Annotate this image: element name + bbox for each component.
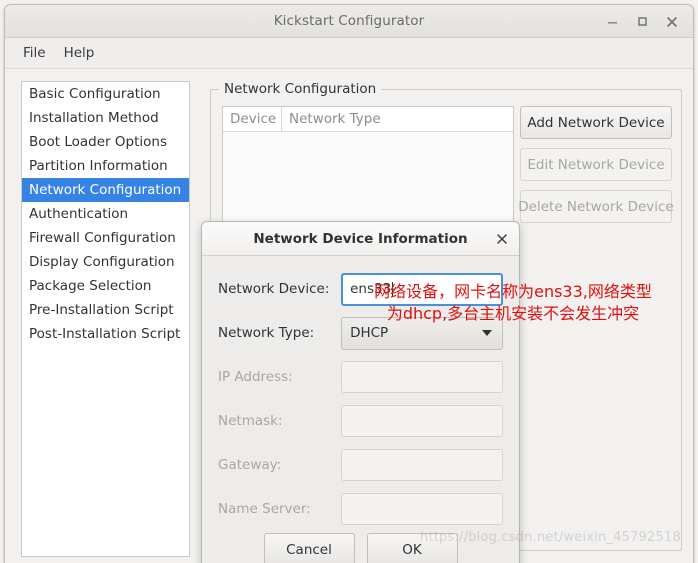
close-icon[interactable] [493,230,511,248]
sidebar-item-basic-configuration[interactable]: Basic Configuration [22,82,189,106]
close-icon[interactable] [657,7,687,37]
application-window: Kickstart Configurator File Help Basic C… [4,4,694,563]
edit-network-device-button: Edit Network Device [520,148,672,181]
field-row-network-device: Network Device: ens33 [218,272,503,306]
sidebar-item-pre-installation-script[interactable]: Pre-Installation Script [22,298,189,322]
network-device-label: Network Device: [218,281,330,297]
field-row-name-server: Name Server: [218,492,503,526]
window-body: Basic Configuration Installation Method … [5,69,693,563]
field-row-network-type: Network Type: DHCP [218,316,503,350]
sidebar-item-post-installation-script[interactable]: Post-Installation Script [22,322,189,346]
chevron-down-icon [482,330,492,336]
column-header-network-type[interactable]: Network Type [282,107,513,131]
sidebar-item-authentication[interactable]: Authentication [22,202,189,226]
sidebar-item-installation-method[interactable]: Installation Method [22,106,189,130]
sidebar-item-partition-information[interactable]: Partition Information [22,154,189,178]
minimize-icon[interactable] [597,7,627,37]
sidebar-item-package-selection[interactable]: Package Selection [22,274,189,298]
table-header: Device Network Type [223,107,513,132]
netmask-input [341,405,503,437]
sidebar-item-network-configuration[interactable]: Network Configuration [22,178,189,202]
name-server-input [341,493,503,525]
column-header-device[interactable]: Device [223,107,282,131]
network-device-value: ens33 [350,281,392,297]
cancel-button[interactable]: Cancel [263,533,355,563]
field-row-ip-address: IP Address: [218,360,503,394]
menubar: File Help [5,38,693,69]
menu-file[interactable]: File [14,42,55,64]
gateway-input [341,449,503,481]
dialog-title: Network Device Information [253,230,468,247]
text-caret [392,281,394,297]
dialog-titlebar: Network Device Information [202,222,519,256]
delete-network-device-button: Delete Network Device [518,190,674,223]
menu-help[interactable]: Help [55,42,104,64]
gateway-label: Gateway: [218,457,282,473]
screen: Kickstart Configurator File Help Basic C… [0,0,698,563]
sidebar-item-display-configuration[interactable]: Display Configuration [22,250,189,274]
maximize-icon[interactable] [627,7,657,37]
add-network-device-button[interactable]: Add Network Device [520,106,672,139]
network-device-input[interactable]: ens33 [341,272,503,306]
network-type-value: DHCP [350,325,389,341]
sidebar-item-boot-loader-options[interactable]: Boot Loader Options [22,130,189,154]
dialog-body: Network Device: ens33 Network Type: DHCP [202,256,519,526]
window-titlebar: Kickstart Configurator [5,5,693,38]
name-server-label: Name Server: [218,501,311,517]
sidebar-list[interactable]: Basic Configuration Installation Method … [21,81,190,557]
ok-button[interactable]: OK [366,533,458,563]
ip-address-label: IP Address: [218,369,293,385]
network-type-label: Network Type: [218,325,315,341]
netmask-label: Netmask: [218,413,283,429]
sidebar-item-firewall-configuration[interactable]: Firewall Configuration [22,226,189,250]
ip-address-input [341,361,503,393]
field-row-gateway: Gateway: [218,448,503,482]
dialog-actions: Cancel OK [202,533,519,563]
network-type-select[interactable]: DHCP [341,316,503,350]
group-title: Network Configuration [219,81,382,97]
network-device-information-dialog: Network Device Information Network Devic… [201,221,520,563]
field-row-netmask: Netmask: [218,404,503,438]
device-action-buttons: Add Network Device Edit Network Device D… [518,106,674,232]
window-controls [597,5,687,38]
window-title: Kickstart Configurator [273,13,425,29]
